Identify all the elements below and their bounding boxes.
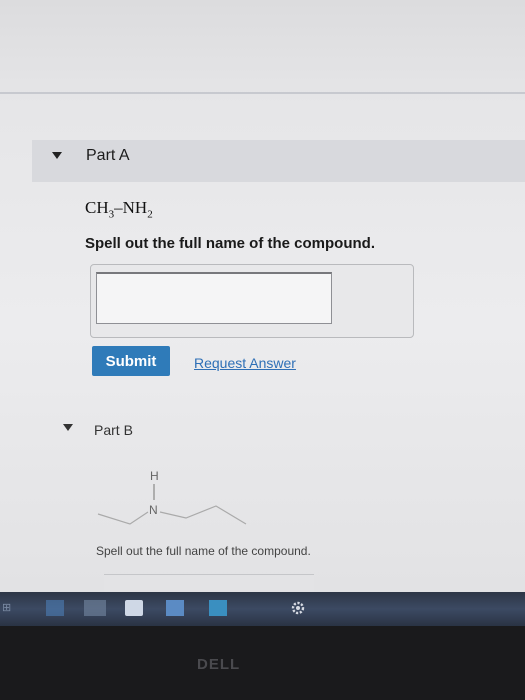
formula-bond: – [114,198,123,217]
divider [0,92,525,94]
photos-icon[interactable] [209,600,227,616]
part-b-prompt: Spell out the full name of the compound. [96,544,311,558]
search-icon[interactable] [46,600,64,616]
mail-icon[interactable] [166,600,184,616]
atom-h: H [150,469,159,483]
formula-subscript-2: 2 [147,208,153,221]
molecule-structure: H N [97,469,247,525]
start-icon[interactable]: ⊞ [2,601,11,614]
submit-button[interactable]: Submit [92,346,170,376]
left-chain [97,511,149,525]
request-answer-link[interactable]: Request Answer [194,355,296,371]
part-b-title: Part B [94,422,133,438]
browser-viewport: Part A CH3–NH2 Spell out the full name o… [0,0,525,592]
caret-down-icon[interactable] [52,152,62,159]
taskbar: ⊞ [0,592,525,626]
gear-icon[interactable] [289,599,307,617]
right-chain [159,505,247,525]
store-icon[interactable] [125,600,143,616]
formula-nh: NH [122,198,148,217]
part-a-prompt: Spell out the full name of the compound. [85,235,375,252]
task-view-icon[interactable] [84,600,106,616]
chemical-formula: CH3–NH2 [85,198,153,220]
answer-input[interactable] [96,272,332,324]
atom-n: N [149,503,158,517]
part-a-title: Part A [86,147,130,164]
formula-ch: CH [85,198,109,217]
part-b-answer-box[interactable] [104,574,314,592]
caret-down-icon[interactable] [63,424,73,431]
dell-logo: DELL [197,656,241,673]
